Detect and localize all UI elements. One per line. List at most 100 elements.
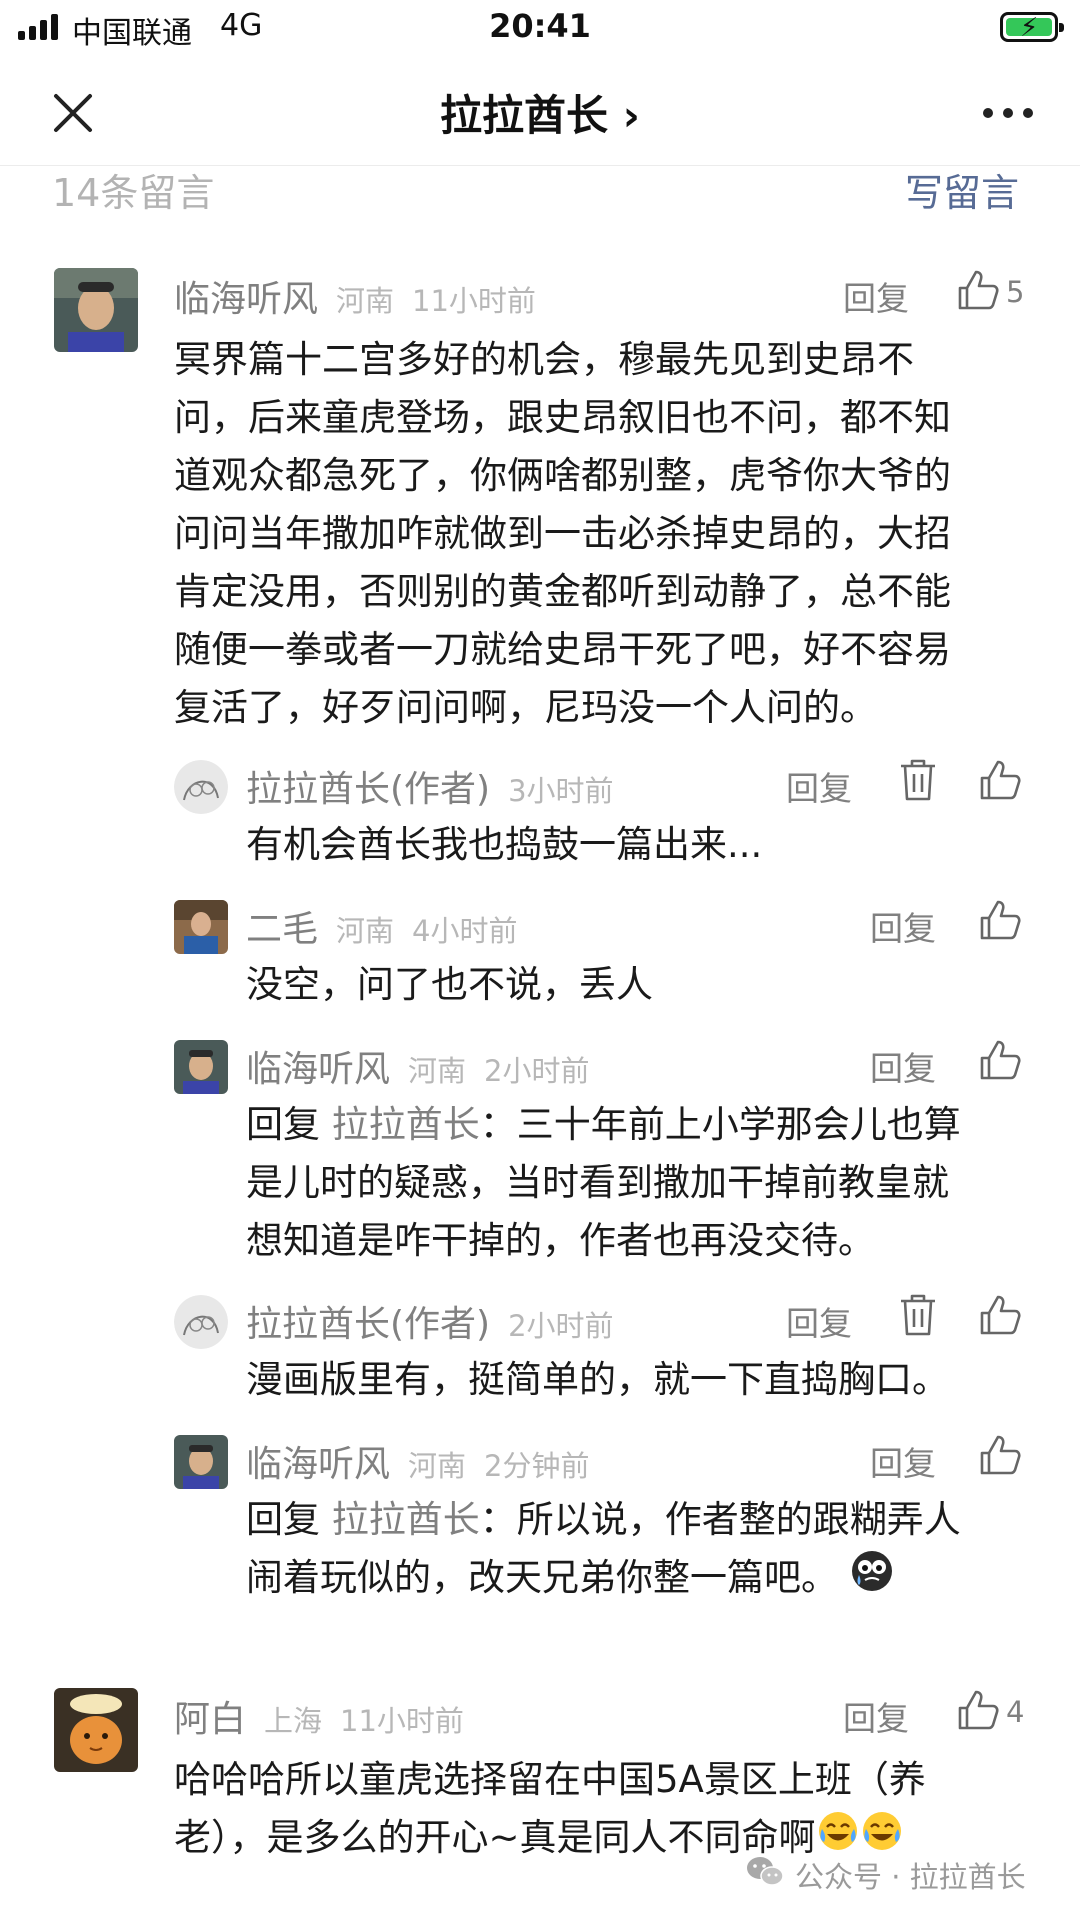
thumbs-up-icon [956, 268, 1000, 316]
reply-text: 没空，问了也不说，丢人 [246, 956, 1036, 1014]
like-count: 5 [1006, 275, 1025, 309]
region: 河南 [408, 1449, 467, 1483]
commenter-name[interactable]: 拉拉酋长(作者) [246, 760, 490, 812]
reply-text: 漫画版里有，挺简单的，就一下直捣胸口。 [246, 1351, 1036, 1409]
avatar[interactable] [54, 268, 138, 352]
avatar[interactable] [54, 1688, 138, 1772]
reply-button[interactable]: 回复 [786, 762, 852, 810]
reply-line: 回复 拉拉酋长：三十年前上小学那会儿也算 [246, 1096, 1036, 1154]
reply-line-text: ：所以说，作者整的跟糊弄人 [479, 1498, 961, 1541]
trash-icon[interactable] [898, 758, 938, 806]
timestamp: 3小时前 [508, 774, 614, 808]
reply-meta: 临海听风 河南 2小时前 [246, 1040, 589, 1092]
watermark-text: 公众号 · 拉拉酋长 [795, 1860, 1026, 1894]
like-button[interactable] [978, 758, 1022, 806]
reply-target-name[interactable]: 拉拉酋长 [332, 1498, 480, 1541]
timestamp: 2分钟前 [484, 1449, 590, 1483]
commenter-name[interactable]: 拉拉酋长(作者) [246, 1295, 490, 1347]
commenter-name[interactable]: 阿白 [174, 1690, 246, 1742]
reply-line: 闹着玩似的，改天兄弟你整一篇吧。 [246, 1549, 1036, 1610]
commenter-name[interactable]: 临海听风 [174, 270, 318, 322]
region: 河南 [336, 914, 395, 948]
timestamp: 11小时前 [340, 1704, 464, 1738]
like-count: 4 [1006, 1695, 1025, 1729]
nav-bar: 拉拉酋长 › [0, 58, 1080, 166]
reply-line-text: ：三十年前上小学那会儿也算 [479, 1103, 961, 1146]
comment-text: 冥界篇十二宫多好的机会，穆最先见到史昂不 问，后来童虎登场，跟史昂叙旧也不问，都… [174, 331, 1034, 737]
battery-charging-icon: ⚡ [1000, 12, 1064, 43]
commenter-name[interactable]: 临海听风 [246, 1435, 390, 1487]
like-button[interactable]: 4 [956, 1688, 1024, 1736]
write-comment-link[interactable]: 写留言 [905, 162, 1019, 217]
like-button[interactable] [978, 1293, 1022, 1341]
comment-line: 随便一拳或者一刀就给史昂干死了吧，好不容易 [174, 628, 951, 671]
comment-line: 问，后来童虎登场，跟史昂叙旧也不问，都不知 [174, 396, 951, 439]
region: 上海 [264, 1704, 323, 1738]
reply-meta: 临海听风 河南 2分钟前 [246, 1435, 589, 1487]
reply-meta: 二毛 河南 4小时前 [246, 900, 517, 952]
reply-line: 想知道是咋干掉的，作者也再没交待。 [246, 1219, 875, 1262]
reply-line: 是儿时的疑惑，当时看到撒加干掉前教皇就 [246, 1161, 949, 1204]
commenter-name[interactable]: 临海听风 [246, 1040, 390, 1092]
status-bar: 中国联通 4G 20:41 ⚡ [0, 0, 1080, 56]
reply-line: 没空，问了也不说，丢人 [246, 963, 653, 1006]
comment-line: 肯定没用，否则别的黄金都听到动静了，总不能 [174, 570, 951, 613]
reply-button[interactable]: 回复 [843, 272, 909, 320]
region: 河南 [408, 1054, 467, 1088]
like-button[interactable]: 5 [956, 268, 1024, 316]
timestamp: 2小时前 [508, 1309, 614, 1343]
trash-icon[interactable] [898, 1293, 938, 1341]
reply-button[interactable]: 回复 [870, 1042, 936, 1090]
reply-text: 回复 拉拉酋长：所以说，作者整的跟糊弄人 闹着玩似的，改天兄弟你整一篇吧。 [246, 1491, 1036, 1610]
watermark: 公众号 · 拉拉酋长 [745, 1854, 1026, 1896]
avatar[interactable] [174, 1435, 228, 1489]
reply-text: 有机会酋长我也捣鼓一篇出来... [246, 816, 1036, 874]
reply-line: 漫画版里有，挺简单的，就一下直捣胸口。 [246, 1358, 949, 1401]
thumbs-up-icon [978, 1293, 1022, 1341]
reply-button[interactable]: 回复 [843, 1692, 909, 1740]
like-button[interactable] [978, 1038, 1022, 1086]
reply-prefix: 回复 [246, 1103, 332, 1146]
avatar[interactable] [174, 1295, 228, 1349]
commenter-name[interactable]: 二毛 [246, 900, 318, 952]
reply-target-name[interactable]: 拉拉酋长 [332, 1103, 480, 1146]
thumbs-up-icon [978, 758, 1022, 806]
avatar[interactable] [174, 1040, 228, 1094]
comment-count: 14条留言 [52, 171, 215, 215]
comment-line: 哈哈哈所以童虎选择留在中国5A景区上班（养 [174, 1758, 926, 1801]
comment-line: 冥界篇十二宫多好的机会，穆最先见到史昂不 [174, 338, 914, 381]
comment-line: 道观众都急死了，你俩啥都别整，虎爷你大爷的 [174, 454, 951, 497]
more-dots-icon[interactable] [978, 98, 1038, 128]
timestamp: 4小时前 [412, 914, 518, 948]
reply-meta: 拉拉酋长(作者) 3小时前 [246, 760, 614, 812]
reply-prefix: 回复 [246, 1498, 332, 1541]
thumbs-up-icon [978, 1038, 1022, 1086]
comment-meta: 阿白 上海 11小时前 [174, 1690, 464, 1742]
reply-button[interactable]: 回复 [870, 902, 936, 950]
comment-line-text: 老），是多么的开心~真是同人不同命啊 [174, 1816, 816, 1859]
thumbs-up-icon [978, 898, 1022, 946]
like-button[interactable] [978, 898, 1022, 946]
timestamp: 2小时前 [484, 1054, 590, 1088]
avatar[interactable] [174, 760, 228, 814]
timestamp: 11小时前 [412, 284, 536, 318]
status-time: 20:41 [489, 7, 591, 45]
reply-line: 有机会酋长我也捣鼓一篇出来... [246, 823, 763, 866]
comment-meta: 临海听风 河南 11小时前 [174, 270, 536, 322]
account-title-link[interactable]: 拉拉酋长 › [0, 82, 1080, 143]
comment-line: 复活了，好歹问问啊，尼玛没一个人问的。 [174, 686, 877, 729]
comment-text: 哈哈哈所以童虎选择留在中国5A景区上班（养 老），是多么的开心~真是同人不同命啊 [174, 1751, 1034, 1870]
reply-button[interactable]: 回复 [786, 1297, 852, 1345]
thumbs-up-icon [956, 1688, 1000, 1736]
reply-line: 回复 拉拉酋长：所以说，作者整的跟糊弄人 [246, 1491, 1036, 1549]
avatar[interactable] [174, 900, 228, 954]
wechat-icon [745, 1855, 785, 1896]
crying-face-emoji [850, 1549, 894, 1610]
thumbs-up-icon [978, 1433, 1022, 1481]
region: 河南 [336, 284, 395, 318]
reply-line-text: 闹着玩似的，改天兄弟你整一篇吧。 [246, 1556, 838, 1599]
reply-text: 回复 拉拉酋长：三十年前上小学那会儿也算 是儿时的疑惑，当时看到撒加干掉前教皇就… [246, 1096, 1036, 1270]
reply-button[interactable]: 回复 [870, 1437, 936, 1485]
like-button[interactable] [978, 1433, 1022, 1481]
comment-line: 问问当年撒加咋就做到一击必杀掉史昂的，大招 [174, 512, 951, 555]
